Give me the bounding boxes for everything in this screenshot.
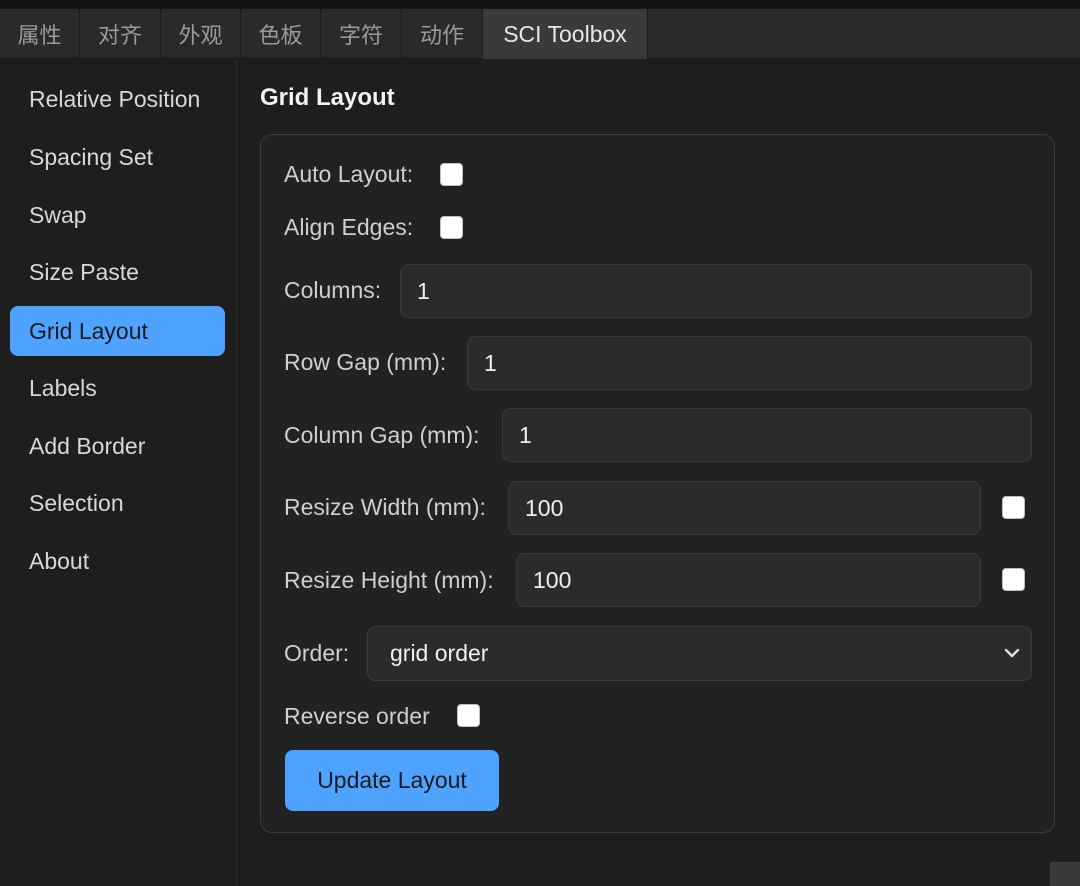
panel-tab-bar: 属性 对齐 外观 色板 字符 动作 SCI Toolbox [0, 9, 1080, 59]
resize-grip[interactable] [1050, 862, 1080, 886]
chevron-down-icon [1004, 648, 1020, 658]
main-content: Grid Layout Auto Layout: Align Edges: Co… [238, 60, 1080, 886]
tab-align[interactable]: 对齐 [80, 9, 161, 59]
resize-height-input[interactable] [516, 553, 981, 607]
order-label: Order: [284, 640, 350, 666]
columns-label: Columns: [284, 277, 382, 303]
sidebar-item-grid-layout[interactable]: Grid Layout [10, 306, 225, 356]
sidebar-item-size-paste[interactable]: Size Paste [10, 247, 225, 297]
columns-input[interactable] [400, 264, 1032, 318]
sidebar-item-swap[interactable]: Swap [10, 190, 225, 240]
tab-actions[interactable]: 动作 [402, 9, 483, 59]
resize-width-checkbox[interactable] [1002, 496, 1025, 519]
resize-width-label: Resize Width (mm): [284, 494, 486, 520]
sidebar-item-selection[interactable]: Selection [10, 478, 225, 528]
tab-properties[interactable]: 属性 [0, 9, 80, 59]
sidebar-item-labels[interactable]: Labels [10, 363, 225, 413]
sidebar-item-add-border[interactable]: Add Border [10, 421, 225, 471]
reverse-order-label: Reverse order [284, 703, 430, 729]
tab-sci-toolbox[interactable]: SCI Toolbox [483, 9, 648, 59]
reverse-order-checkbox[interactable] [457, 704, 480, 727]
resize-height-label: Resize Height (mm): [284, 567, 494, 593]
sidebar-item-about[interactable]: About [10, 536, 225, 586]
resize-width-input[interactable] [508, 481, 981, 535]
column-gap-label: Column Gap (mm): [284, 422, 480, 448]
resize-height-checkbox[interactable] [1002, 568, 1025, 591]
sidebar-item-relative-position[interactable]: Relative Position [10, 74, 225, 124]
order-select[interactable]: grid order [367, 626, 1032, 681]
sidebar-item-spacing-set[interactable]: Spacing Set [10, 132, 225, 182]
window-top-strip [0, 0, 1080, 9]
update-layout-button[interactable]: Update Layout [285, 750, 499, 811]
column-gap-input[interactable] [502, 408, 1032, 462]
page-title: Grid Layout [260, 84, 395, 111]
row-gap-input[interactable] [467, 336, 1032, 390]
align-edges-label: Align Edges: [284, 214, 414, 240]
grid-layout-panel: Auto Layout: Align Edges: Columns: Row G… [260, 134, 1055, 833]
tab-character[interactable]: 字符 [321, 9, 402, 59]
tab-appearance[interactable]: 外观 [161, 9, 241, 59]
auto-layout-checkbox[interactable] [440, 163, 463, 186]
align-edges-checkbox[interactable] [440, 216, 463, 239]
tab-swatches[interactable]: 色板 [241, 9, 321, 59]
row-gap-label: Row Gap (mm): [284, 349, 447, 375]
order-select-value: grid order [390, 640, 489, 666]
sidebar: Relative Position Spacing Set Swap Size … [0, 60, 237, 886]
auto-layout-label: Auto Layout: [284, 161, 414, 187]
